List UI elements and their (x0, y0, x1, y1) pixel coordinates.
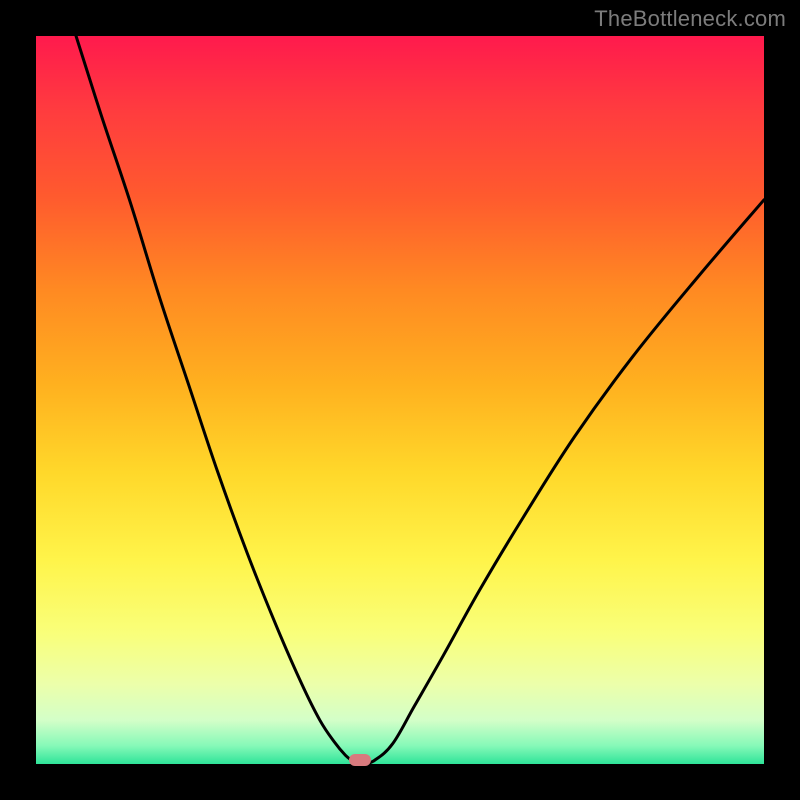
minimum-marker (349, 754, 371, 766)
bottleneck-curve (36, 36, 764, 764)
plot-area (36, 36, 764, 764)
watermark-text: TheBottleneck.com (594, 6, 786, 32)
outer-frame: TheBottleneck.com (0, 0, 800, 800)
